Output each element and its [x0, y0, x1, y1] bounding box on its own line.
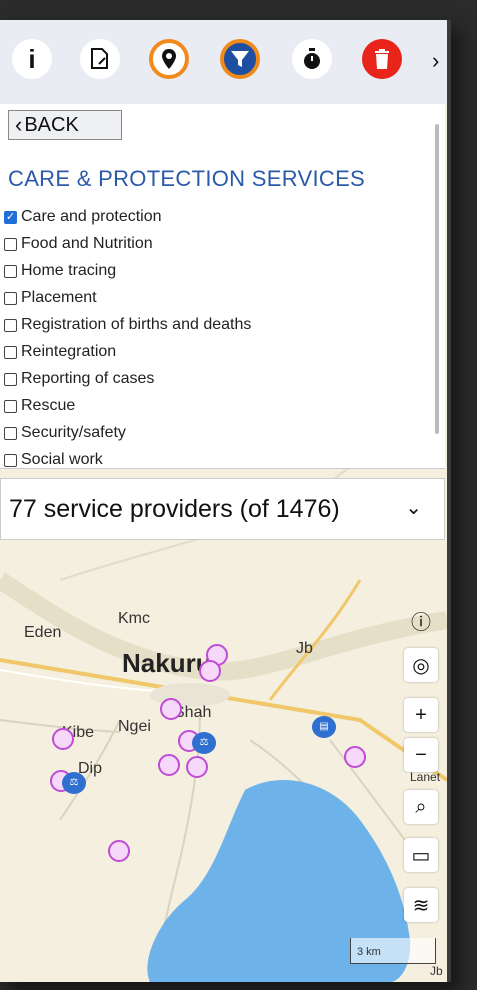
checkbox-option[interactable]: Reintegration: [4, 341, 116, 363]
checkbox-option[interactable]: Registration of births and deaths: [4, 314, 251, 336]
service-marker[interactable]: [160, 698, 182, 720]
map-search-icon[interactable]: ⌕: [404, 790, 438, 824]
map-label-jb: Jb: [296, 640, 313, 657]
option-label: Security/safety: [21, 424, 126, 441]
filter-icon: [231, 51, 249, 67]
filter-panel: ‹ BACK CARE & PROTECTION SERVICES ✓ Care …: [0, 104, 445, 469]
edit-file-icon: [91, 48, 108, 69]
chevron-down-icon: ⌄: [405, 497, 422, 519]
panel-title: CARE & PROTECTION SERVICES: [8, 166, 366, 191]
map-label-eden: Eden: [24, 624, 62, 641]
map-label-kmc: Kmc: [118, 610, 150, 627]
option-label: Registration of births and deaths: [21, 316, 252, 333]
option-label: Rescue: [21, 397, 76, 414]
chevron-left-icon: ‹: [15, 112, 23, 137]
back-button[interactable]: ‹ BACK: [8, 110, 122, 140]
option-label: Home tracing: [21, 262, 117, 279]
zoom-out-button[interactable]: −: [404, 738, 438, 772]
option-label: Food and Nutrition: [21, 235, 153, 252]
location-button[interactable]: [149, 39, 189, 79]
panel-scrollbar[interactable]: [435, 124, 439, 434]
back-label: BACK: [24, 113, 79, 136]
option-label: Social work: [21, 451, 103, 468]
checkbox[interactable]: ✓: [4, 210, 17, 224]
checkbox-option[interactable]: Rescue: [4, 395, 75, 417]
education-service-marker[interactable]: ▤: [312, 716, 336, 738]
option-label: Reintegration: [21, 343, 117, 360]
checkbox[interactable]: [4, 399, 17, 413]
option-label: Care and protection: [21, 208, 162, 225]
location-pin-icon: [162, 49, 176, 69]
zoom-in-button[interactable]: +: [404, 698, 438, 732]
checkbox[interactable]: [4, 345, 17, 359]
map-label-lanet: Lanet: [410, 770, 441, 784]
checkbox-option[interactable]: Food and Nutrition: [4, 233, 153, 255]
checkbox-option[interactable]: Reporting of cases: [4, 368, 154, 390]
checkbox[interactable]: [4, 372, 17, 386]
timer-icon: [304, 48, 320, 69]
info-button[interactable]: i: [12, 39, 52, 79]
service-marker[interactable]: [186, 756, 208, 778]
service-marker[interactable]: [344, 746, 366, 768]
service-marker[interactable]: [199, 660, 221, 682]
map-scale: 3 km: [350, 938, 436, 964]
legal-service-marker[interactable]: ⚖: [62, 772, 86, 794]
legal-service-marker[interactable]: ⚖: [192, 732, 216, 754]
info-icon: i: [28, 43, 36, 74]
app-frame: Kmc Eden Nakuru Jb Shah Ngei Kibe Dip La…: [0, 20, 451, 982]
map-info-icon[interactable]: ⓘ: [404, 603, 438, 637]
checkbox-option[interactable]: ✓ Care and protection: [4, 206, 162, 228]
toolbar-more-icon[interactable]: ›: [432, 48, 439, 74]
edit-file-button[interactable]: [80, 39, 120, 79]
checkbox[interactable]: [4, 318, 17, 332]
map-label-nakuru: Nakuru: [122, 648, 212, 678]
checkbox[interactable]: [4, 291, 17, 305]
checkbox-option[interactable]: Social work: [4, 449, 103, 468]
map-label-jb-bottom: Jb: [430, 964, 443, 978]
locate-icon[interactable]: ◎: [404, 648, 438, 682]
delete-button[interactable]: [362, 39, 402, 79]
checkbox[interactable]: [4, 264, 17, 278]
checkbox[interactable]: [4, 426, 17, 440]
providers-summary: 77 service providers (of 1476): [9, 494, 340, 523]
checkbox-option[interactable]: Security/safety: [4, 422, 126, 444]
checkbox[interactable]: [4, 237, 17, 251]
service-marker[interactable]: [108, 840, 130, 862]
map-label-ngei: Ngei: [118, 718, 151, 735]
checkbox[interactable]: [4, 453, 17, 467]
service-marker[interactable]: [158, 754, 180, 776]
timer-button[interactable]: [292, 39, 332, 79]
option-label: Placement: [21, 289, 97, 306]
checkbox-option[interactable]: Home tracing: [4, 260, 116, 282]
map-scale-label: 3 km: [357, 946, 381, 958]
measure-icon[interactable]: ▭: [404, 838, 438, 872]
trash-icon: [375, 49, 389, 69]
filter-button[interactable]: [220, 39, 260, 79]
checkbox-option[interactable]: Placement: [4, 287, 97, 309]
layers-icon[interactable]: ≋: [404, 888, 438, 922]
service-marker[interactable]: [52, 728, 74, 750]
top-toolbar: i ›: [0, 20, 447, 104]
providers-dropdown[interactable]: 77 service providers (of 1476) ⌄: [0, 478, 445, 540]
option-label: Reporting of cases: [21, 370, 155, 387]
